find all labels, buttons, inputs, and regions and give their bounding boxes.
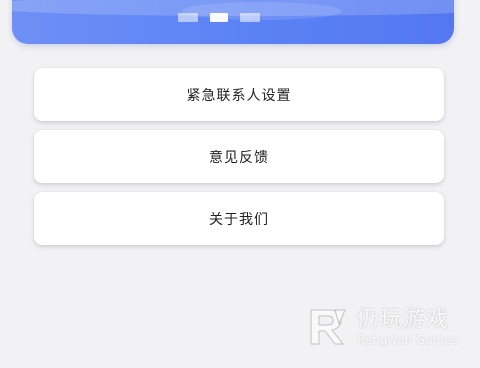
menu-item-label: 意见反馈 — [209, 149, 269, 166]
banner-page-dot[interactable] — [240, 13, 260, 22]
banner-page-dot-active[interactable] — [210, 13, 228, 22]
settings-menu: 紧急联系人设置 意见反馈 关于我们 — [34, 68, 444, 254]
watermark-subtitle: Rengwan Games — [357, 333, 458, 347]
banner-page-indicator — [12, 13, 454, 22]
feedback-button[interactable]: 意见反馈 — [34, 130, 444, 183]
watermark-title: 仍玩游戏 — [357, 307, 450, 332]
menu-item-label: 关于我们 — [209, 211, 269, 228]
banner-page-dot[interactable] — [178, 13, 198, 22]
rengwan-logo-icon — [310, 309, 346, 345]
top-banner[interactable] — [12, 0, 454, 44]
menu-item-label: 紧急联系人设置 — [186, 87, 292, 104]
emergency-contact-settings-button[interactable]: 紧急联系人设置 — [34, 68, 444, 121]
about-us-button[interactable]: 关于我们 — [34, 192, 444, 245]
watermark: 仍玩游戏 Rengwan Games — [305, 304, 458, 350]
